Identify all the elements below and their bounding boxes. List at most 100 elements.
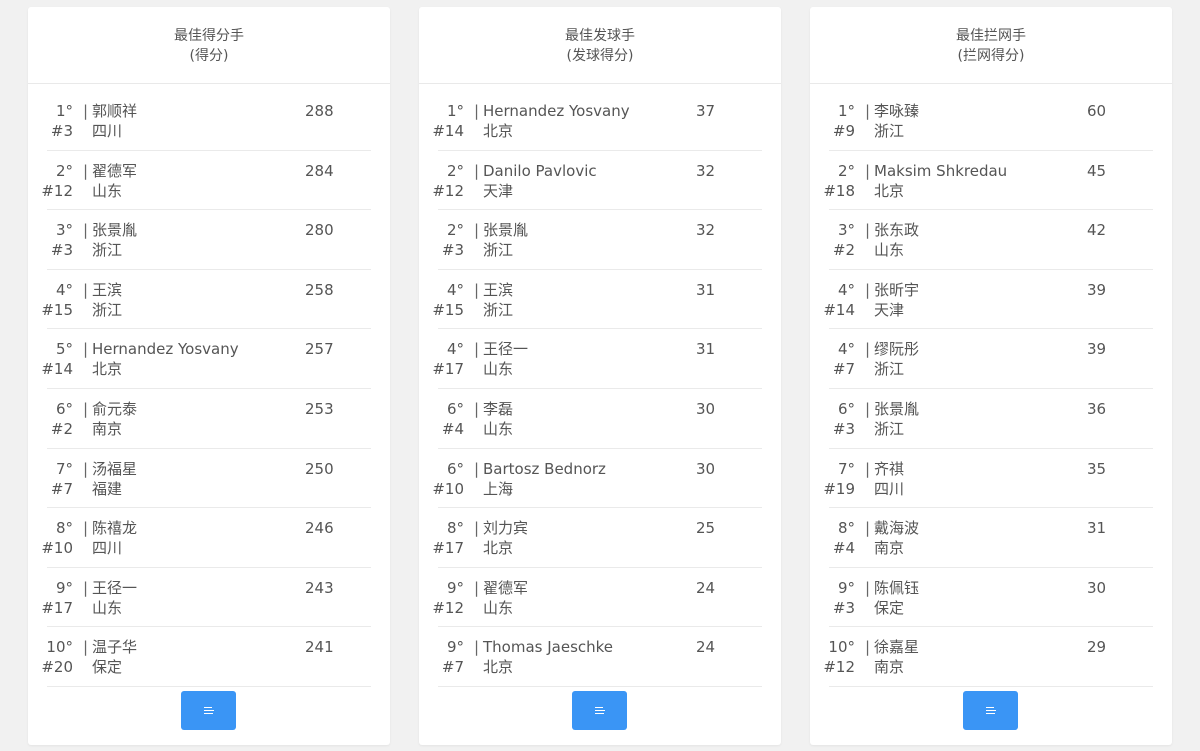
score: 250 — [305, 459, 334, 478]
jersey-number: #3 — [832, 598, 855, 617]
team-name: 浙江 — [92, 241, 123, 260]
separator: | — [865, 578, 871, 597]
team-name: 山东 — [92, 598, 123, 617]
score: 42 — [1087, 221, 1107, 240]
player-name: 王径一 — [483, 340, 529, 359]
separator: | — [474, 519, 480, 538]
separator: | — [865, 638, 871, 657]
score: 288 — [305, 102, 334, 120]
ranking-row[interactable]: 6° | 张景胤 #3 浙江 36 — [829, 389, 1153, 449]
ranking-row[interactable]: 9° | 翟德军 #12 山东 24 — [432, 568, 762, 628]
rank: 1° — [55, 102, 73, 120]
ranking-row[interactable]: 8° | 刘力宾 #17 北京 25 — [432, 508, 762, 568]
ranking-row[interactable]: 9° | 王径一 #17 山东 243 — [41, 568, 371, 628]
separator: | — [865, 399, 871, 418]
jersey-number: #17 — [41, 598, 73, 617]
score: 31 — [696, 280, 716, 299]
team-name: 四川 — [874, 479, 905, 498]
view-full-list-button[interactable] — [181, 691, 236, 730]
score: 241 — [305, 638, 334, 657]
ranking-row[interactable]: 4° | 张昕宇 #14 天津 39 — [823, 270, 1153, 330]
jersey-number: #15 — [432, 300, 464, 319]
player-name: 李咏臻 — [874, 102, 920, 120]
rank: 9° — [446, 578, 464, 597]
team-name: 浙江 — [874, 122, 905, 140]
view-full-list-button[interactable] — [963, 691, 1018, 730]
ranking-row[interactable]: 9° | Thomas Jaeschke #7 北京 24 — [438, 627, 762, 687]
jersey-number: #12 — [432, 598, 464, 617]
team-name: 浙江 — [92, 300, 123, 319]
ranking-row[interactable]: 9° | 陈佩钰 #3 保定 30 — [829, 568, 1153, 628]
score: 24 — [696, 638, 716, 657]
rank: 7° — [55, 459, 73, 478]
ranking-row[interactable]: 2° | Danilo Pavlovic #12 天津 32 — [432, 151, 762, 211]
jersey-number: #20 — [41, 658, 73, 677]
view-full-list-button[interactable] — [572, 691, 627, 730]
ranking-row[interactable]: 2° | 张景胤 #3 浙江 32 — [438, 210, 762, 270]
leaderboard-card-2: 最佳发球手 (发球得分) 1° | Hernandez Yosvany #14 … — [419, 7, 781, 745]
separator: | — [83, 459, 89, 478]
team-name: 福建 — [92, 479, 123, 498]
separator: | — [83, 102, 89, 120]
ranking-row[interactable]: 4° | 王滨 #15 浙江 31 — [432, 270, 762, 330]
score: 25 — [696, 519, 716, 538]
jersey-number: #10 — [432, 479, 464, 498]
team-name: 北京 — [483, 539, 514, 558]
ranking-row[interactable]: 4° | 缪阮彤 #7 浙江 39 — [829, 329, 1153, 389]
separator: | — [83, 578, 89, 597]
score: 24 — [696, 578, 716, 597]
rank: 6° — [837, 399, 855, 418]
ranking-row[interactable]: 8° | 陈禧龙 #10 四川 246 — [41, 508, 371, 568]
card-header: 最佳发球手 (发球得分) — [419, 7, 781, 84]
ranking-row[interactable]: 4° | 王径一 #17 山东 31 — [432, 329, 762, 389]
player-name: 王滨 — [92, 280, 123, 299]
separator: | — [865, 161, 871, 180]
ranking-row[interactable]: 1° | 李咏臻 #9 浙江 60 — [829, 91, 1153, 151]
separator: | — [83, 399, 89, 418]
player-name: Hernandez Yosvany — [483, 102, 630, 120]
team-name: 北京 — [483, 658, 514, 677]
separator: | — [865, 221, 871, 240]
ranking-row[interactable]: 1° | 郭顺祥 #3 四川 288 — [47, 91, 371, 151]
ranking-row[interactable]: 4° | 王滨 #15 浙江 258 — [41, 270, 371, 330]
score: 246 — [305, 519, 334, 538]
jersey-number: #2 — [50, 419, 73, 438]
jersey-number: #3 — [441, 241, 464, 260]
card-subtitle: (发球得分) — [566, 48, 634, 64]
team-name: 浙江 — [483, 300, 514, 319]
rank: 10° — [46, 638, 73, 657]
card-header: 最佳得分手 (得分) — [28, 7, 390, 84]
jersey-number: #14 — [41, 360, 73, 379]
rank: 2° — [446, 161, 464, 180]
ranking-row[interactable]: 10° | 温子华 #20 保定 241 — [41, 627, 371, 687]
ranking-row[interactable]: 7° | 汤福星 #7 福建 250 — [47, 449, 371, 509]
separator: | — [474, 102, 480, 120]
separator: | — [83, 340, 89, 359]
ranking-row[interactable]: 1° | Hernandez Yosvany #14 北京 37 — [432, 91, 762, 151]
score: 31 — [1087, 519, 1107, 538]
team-name: 保定 — [92, 658, 123, 677]
card-title: 最佳发球手 — [565, 28, 635, 44]
ranking-row[interactable]: 3° | 张景胤 #3 浙江 280 — [47, 210, 371, 270]
rank: 6° — [446, 459, 464, 478]
jersey-number: #7 — [832, 360, 855, 379]
player-name: 王径一 — [92, 578, 138, 597]
ranking-row[interactable]: 2° | Maksim Shkredau #18 北京 45 — [823, 151, 1153, 211]
ranking-row[interactable]: 6° | Bartosz Bednorz #10 上海 30 — [432, 449, 762, 509]
ranking-row[interactable]: 7° | 齐祺 #19 四川 35 — [823, 449, 1153, 509]
card-header: 最佳拦网手 (拦网得分) — [810, 7, 1172, 84]
ranking-row[interactable]: 8° | 戴海波 #4 南京 31 — [829, 508, 1153, 568]
separator: | — [865, 102, 871, 120]
ranking-row[interactable]: 2° | 翟德军 #12 山东 284 — [41, 151, 371, 211]
ranking-row[interactable]: 6° | 俞元泰 #2 南京 253 — [47, 389, 371, 449]
ranking-row[interactable]: 10° | 徐嘉星 #12 南京 29 — [823, 627, 1153, 687]
ranking-row[interactable]: 3° | 张东政 #2 山东 42 — [829, 210, 1153, 270]
rank: 2° — [55, 161, 73, 180]
player-name: 缪阮彤 — [874, 340, 920, 359]
ranking-row[interactable]: 6° | 李磊 #4 山东 30 — [438, 389, 762, 449]
rank: 8° — [446, 519, 464, 538]
ranking-row[interactable]: 5° | Hernandez Yosvany #14 北京 257 — [41, 329, 371, 389]
player-name: 戴海波 — [874, 519, 920, 538]
team-name: 山东 — [92, 181, 123, 200]
leaderboards: 最佳得分手 (得分) 1° | 郭顺祥 #3 四川 288 2° | 翟德军 #… — [0, 0, 1200, 751]
